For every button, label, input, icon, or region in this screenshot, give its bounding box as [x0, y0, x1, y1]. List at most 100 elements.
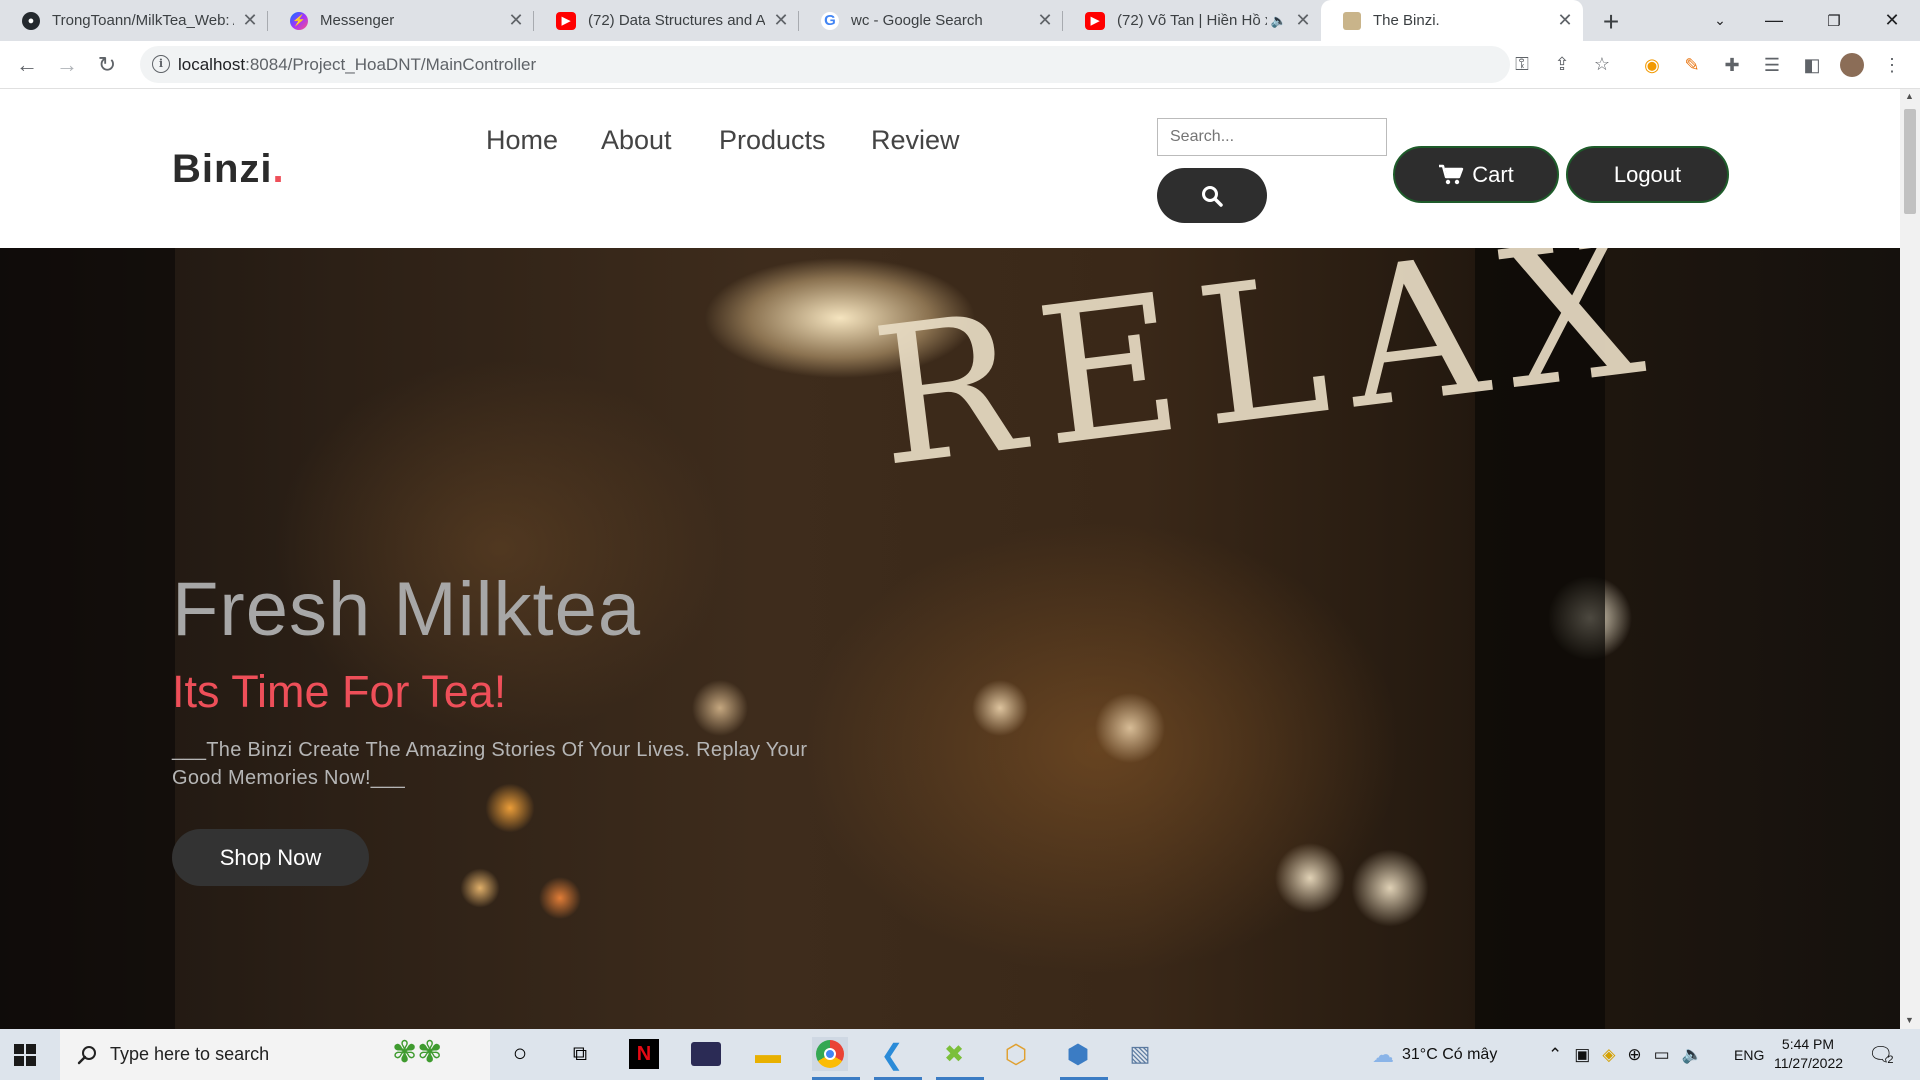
- windows-start-icon[interactable]: [14, 1044, 36, 1066]
- color-picker-icon[interactable]: ✎: [1680, 53, 1704, 77]
- browser-tab-youtube-music[interactable]: ▶ (72) Võ Tan | Hiền Hồ x 🔈 ✕: [1063, 0, 1321, 41]
- taskbar-clock[interactable]: 5:44 PM 11/27/2022: [1774, 1035, 1844, 1073]
- close-tab-icon[interactable]: ✕: [1295, 10, 1311, 31]
- menu-kebab-icon[interactable]: ⋮: [1880, 53, 1904, 77]
- nav-review[interactable]: Review: [871, 125, 960, 156]
- cloud-icon: ☁: [1372, 1041, 1394, 1067]
- close-window-icon[interactable]: ✕: [1862, 0, 1920, 41]
- notification-count: 2: [1887, 1053, 1894, 1066]
- shop-now-button[interactable]: Shop Now: [172, 829, 369, 886]
- site-logo[interactable]: Binzi.: [172, 147, 285, 192]
- browser-tab-binzi[interactable]: The Binzi. ✕: [1321, 0, 1583, 41]
- extensions-puzzle-icon[interactable]: ✚: [1720, 53, 1744, 77]
- scroll-down-arrow-icon[interactable]: ▼: [1905, 1015, 1914, 1025]
- cart-button[interactable]: Cart: [1393, 146, 1559, 203]
- taskbar-search-placeholder: Type here to search: [110, 1044, 270, 1064]
- file-explorer-icon[interactable]: ▬: [750, 1037, 786, 1071]
- tab-title: (72) Data Structures and Alg: [588, 12, 765, 29]
- vscode-icon[interactable]: ❮: [874, 1037, 910, 1071]
- cart-label: Cart: [1472, 161, 1514, 187]
- extension-icon[interactable]: ◉: [1640, 53, 1664, 77]
- messenger-icon: ⚡: [290, 11, 308, 30]
- browser-tab-strip: ● TrongToann/MilkTea_Web: A ✕ ⚡ Messenge…: [0, 0, 1920, 41]
- browser-tab-youtube-dsa[interactable]: ▶ (72) Data Structures and Alg ✕: [534, 0, 799, 41]
- search-icon: [77, 1045, 96, 1064]
- hero-description: ___The Binzi Create The Amazing Stories …: [172, 739, 808, 789]
- search-button[interactable]: [1157, 168, 1267, 223]
- restore-icon[interactable]: ❐: [1804, 0, 1864, 41]
- netflix-icon[interactable]: N: [626, 1037, 662, 1071]
- logo-text: Binzi: [172, 147, 273, 191]
- app-icon[interactable]: ✖: [936, 1037, 972, 1071]
- language-indicator[interactable]: ENG: [1734, 1029, 1764, 1080]
- tab-title: (72) Võ Tan | Hiền Hồ x: [1117, 12, 1267, 29]
- profile-avatar[interactable]: [1840, 53, 1864, 77]
- speaker-icon[interactable]: 🔈: [1271, 13, 1287, 29]
- logo-dot: .: [272, 147, 285, 191]
- close-tab-icon[interactable]: ✕: [1037, 10, 1053, 31]
- back-arrow-icon[interactable]: ←: [12, 50, 42, 80]
- meet-now-icon[interactable]: ▣: [1574, 1045, 1590, 1065]
- minimize-icon[interactable]: —: [1744, 0, 1804, 41]
- clock-time: 5:44 PM: [1781, 1036, 1835, 1052]
- nav-products[interactable]: Products: [719, 125, 826, 156]
- page-scrollbar[interactable]: ▲ ▼: [1900, 89, 1920, 1029]
- media-control-icon[interactable]: ☰: [1760, 53, 1784, 77]
- weather-widget[interactable]: ☁ 31°C Có mây: [1372, 1029, 1497, 1080]
- volume-icon[interactable]: 🔈: [1682, 1045, 1703, 1065]
- notification-center-icon[interactable]: 🗨 2: [1868, 1029, 1894, 1080]
- browser-tab-github[interactable]: ● TrongToann/MilkTea_Web: A ✕: [0, 0, 268, 41]
- site-header: Binzi. Home About Products Review Cart L…: [0, 89, 1900, 248]
- browser-tab-messenger[interactable]: ⚡ Messenger ✕: [268, 0, 534, 41]
- virtualbox-icon[interactable]: ⬢: [1060, 1037, 1096, 1071]
- github-icon: ●: [22, 11, 40, 30]
- forward-arrow-icon[interactable]: →: [52, 50, 82, 80]
- close-tab-icon[interactable]: ✕: [508, 10, 524, 31]
- hero-shadow-left: [0, 248, 175, 1029]
- clock-date: 11/27/2022: [1774, 1055, 1844, 1071]
- windows-taskbar: Type here to search ✾✾ ○ ⧉ N ▬ ❮ ✖ ⬡ ⬢ ▧…: [0, 1029, 1920, 1080]
- update-icon[interactable]: ◈: [1602, 1045, 1615, 1065]
- cube-app-icon[interactable]: ⬡: [998, 1037, 1034, 1071]
- nav-home[interactable]: Home: [486, 125, 558, 156]
- logout-button[interactable]: Logout: [1566, 146, 1729, 203]
- scroll-thumb[interactable]: [1904, 109, 1916, 214]
- hero-title: Fresh Milktea: [172, 567, 642, 652]
- screenshot-app-icon[interactable]: ▧: [1122, 1037, 1158, 1071]
- task-view-icon[interactable]: ⧉: [562, 1037, 598, 1071]
- url-text[interactable]: localhost:8084/Project_HoaDNT/MainContro…: [178, 55, 536, 75]
- new-tab-icon[interactable]: +: [1596, 6, 1626, 38]
- tab-search-chevron-icon[interactable]: ⌄: [1690, 0, 1750, 41]
- web-page: Binzi. Home About Products Review Cart L…: [0, 89, 1900, 1029]
- side-panel-icon[interactable]: ◧: [1800, 53, 1824, 77]
- search-icon: [1202, 185, 1223, 207]
- tab-title: Messenger: [320, 12, 395, 29]
- jetbrains-icon[interactable]: [688, 1037, 724, 1071]
- hero-banner: RELAX Fresh Milktea Its Time For Tea! __…: [0, 248, 1900, 1029]
- chrome-icon[interactable]: [812, 1037, 848, 1071]
- battery-icon[interactable]: ▭: [1654, 1045, 1670, 1065]
- reload-icon[interactable]: ↻: [92, 50, 122, 80]
- tray-chevron-icon[interactable]: ⌃: [1548, 1045, 1562, 1065]
- close-tab-icon[interactable]: ✕: [242, 10, 258, 31]
- cart-icon: [1439, 164, 1464, 184]
- close-tab-icon[interactable]: ✕: [773, 10, 789, 31]
- key-icon[interactable]: ⚿: [1510, 52, 1534, 76]
- address-bar[interactable]: i localhost:8084/Project_HoaDNT/MainCont…: [140, 46, 1610, 83]
- taskbar-search[interactable]: Type here to search ✾✾: [60, 1029, 490, 1080]
- google-icon: G: [821, 11, 839, 30]
- search-input[interactable]: [1157, 118, 1387, 156]
- url-path: :8084/Project_HoaDNT/MainController: [245, 55, 537, 74]
- network-globe-icon[interactable]: ⊕: [1627, 1045, 1641, 1065]
- browser-tab-google[interactable]: G wc - Google Search ✕: [799, 0, 1063, 41]
- youtube-icon: ▶: [1085, 11, 1105, 30]
- share-icon[interactable]: ⇪: [1550, 52, 1574, 76]
- weather-text: 31°C Có mây: [1402, 1045, 1498, 1063]
- bookmark-star-icon[interactable]: ☆: [1590, 52, 1614, 76]
- system-tray: ⌃ ▣ ◈ ⊕ ▭ 🔈: [1548, 1029, 1703, 1080]
- site-info-icon[interactable]: i: [152, 55, 170, 73]
- nav-about[interactable]: About: [601, 125, 672, 156]
- close-tab-icon[interactable]: ✕: [1557, 10, 1573, 31]
- scroll-up-arrow-icon[interactable]: ▲: [1905, 91, 1914, 101]
- cortana-icon[interactable]: ○: [502, 1037, 538, 1071]
